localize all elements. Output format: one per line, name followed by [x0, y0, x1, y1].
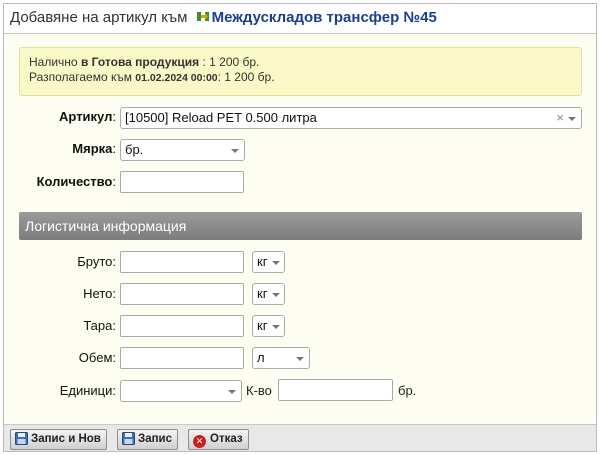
- chevron-down-icon: [231, 149, 239, 153]
- article-select[interactable]: [10500] Reload PET 0.500 литра ×: [120, 107, 582, 129]
- disposable-label: Разполагаемо към: [29, 70, 132, 84]
- gross-unit-select[interactable]: кг: [252, 251, 285, 273]
- chevron-down-icon: [228, 390, 236, 394]
- measure-label: Мярка:: [72, 141, 116, 156]
- volume-unit-select[interactable]: л: [252, 347, 310, 369]
- clear-icon[interactable]: ×: [556, 108, 564, 128]
- dialog-title-text: Добавяне на артикул към: [10, 9, 188, 26]
- disposable-date: 01.02.2024 00:00: [135, 72, 218, 84]
- availability-notice: Налично в Готова продукция : 1 200 бр. Р…: [19, 47, 582, 96]
- gross-input[interactable]: [120, 251, 244, 273]
- net-unit-value: кг: [257, 286, 268, 301]
- gross-label: Бруто:: [77, 254, 116, 269]
- chevron-down-icon: [272, 261, 280, 265]
- logistics-section-header: Логистична информация: [19, 212, 582, 240]
- transfer-link[interactable]: Междускладов трансфер №45: [212, 9, 437, 26]
- save-and-new-button[interactable]: Запис и Нов: [10, 429, 107, 450]
- chevron-down-icon: [272, 293, 280, 297]
- volume-unit-value: л: [257, 350, 265, 365]
- quantity-input[interactable]: [120, 171, 244, 193]
- volume-input[interactable]: [120, 347, 244, 369]
- quantity-label: Количество:: [36, 174, 116, 189]
- measure-select-value: бр.: [125, 142, 144, 157]
- measure-select[interactable]: бр.: [120, 139, 245, 161]
- cancel-icon: ✕: [193, 435, 206, 448]
- tare-label: Тара:: [83, 318, 116, 333]
- gross-unit-value: кг: [257, 254, 268, 269]
- article-label: Артикул:: [59, 109, 116, 124]
- available-store: в Готова продукция: [80, 55, 200, 69]
- article-select-value: [10500] Reload PET 0.500 литра: [125, 110, 317, 125]
- available-label: Налично: [29, 55, 78, 69]
- chevron-down-icon: [272, 325, 280, 329]
- chevron-down-icon: [568, 117, 576, 121]
- volume-label: Обем:: [78, 350, 116, 365]
- tare-input[interactable]: [120, 315, 244, 337]
- net-unit-select[interactable]: кг: [252, 283, 285, 305]
- dialog-title: Добавяне на артикул към Междускладов тра…: [4, 4, 596, 34]
- save-button[interactable]: Запис: [117, 429, 179, 450]
- transfer-icon: [196, 12, 209, 21]
- disposable-value: : 1 200 бр.: [217, 70, 275, 84]
- floppy-disk-icon: [15, 432, 28, 445]
- units-label: Единици:: [59, 383, 116, 398]
- units-qty-unit: бр.: [398, 383, 417, 398]
- add-article-dialog: Добавяне на артикул към Междускладов тра…: [3, 3, 597, 452]
- chevron-down-icon: [296, 357, 304, 361]
- available-value: : 1 200 бр.: [202, 55, 260, 69]
- net-label: Нето:: [83, 286, 116, 301]
- tare-unit-select[interactable]: кг: [252, 315, 285, 337]
- tare-unit-value: кг: [257, 318, 268, 333]
- units-qty-label: К-во: [246, 383, 272, 398]
- dialog-footer: Запис и Нов Запис ✕ Отказ: [4, 424, 596, 451]
- floppy-disk-icon: [122, 432, 135, 445]
- units-qty-input[interactable]: [278, 379, 393, 401]
- net-input[interactable]: [120, 283, 244, 305]
- cancel-button[interactable]: ✕ Отказ: [188, 429, 249, 450]
- units-select[interactable]: [120, 380, 242, 402]
